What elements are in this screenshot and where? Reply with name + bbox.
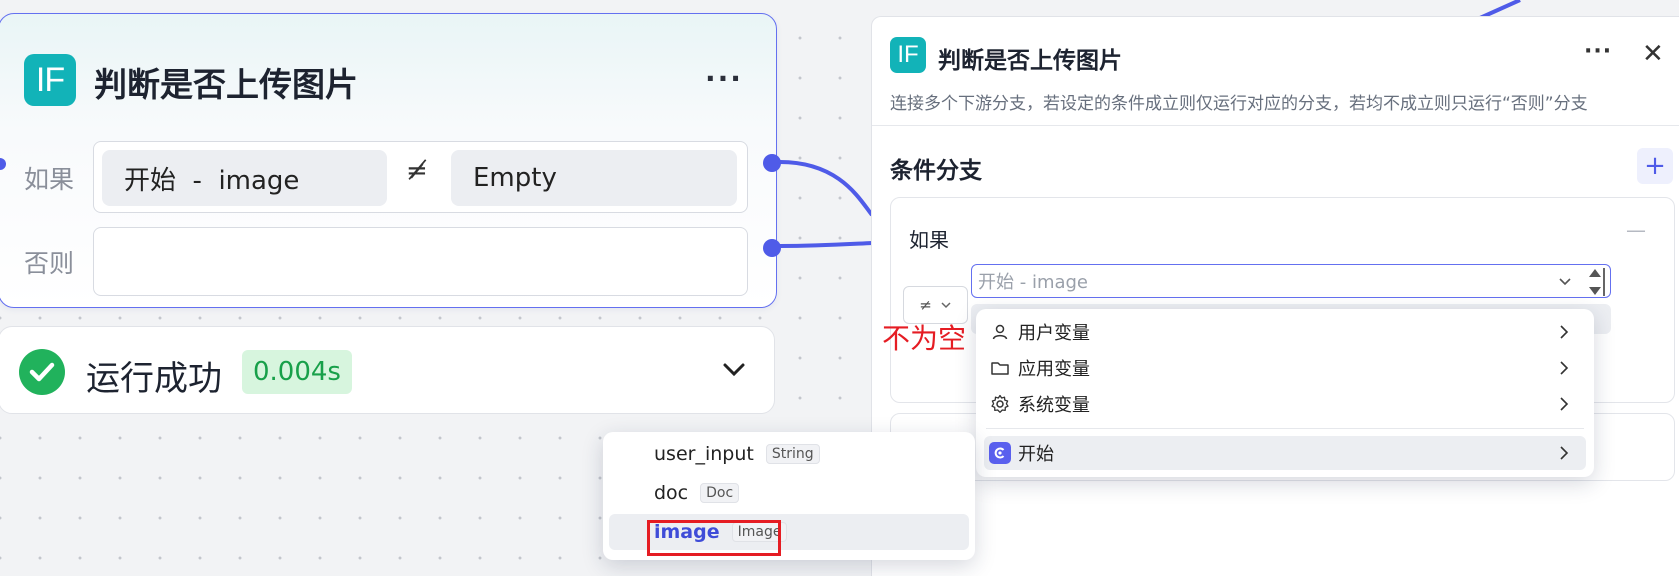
- variable-name: doc: [654, 482, 689, 504]
- else-row: [93, 227, 748, 296]
- case-if-label: 如果: [909, 228, 949, 252]
- variable-type-menu: 用户变量 应用变量 系统变量 开始: [976, 309, 1594, 477]
- user-icon: [988, 323, 1012, 341]
- start-node-icon: [988, 442, 1012, 464]
- divider: [872, 125, 1679, 126]
- if-output-port[interactable]: [763, 154, 781, 172]
- not-equal-icon: ≠: [919, 296, 932, 314]
- variable-select-value: 开始 - image: [978, 272, 1089, 293]
- panel-title[interactable]: 判断是否上传图片: [938, 41, 1122, 75]
- variable-option-user-input[interactable]: user_input String: [609, 436, 969, 472]
- if-node-icon: IF: [890, 37, 926, 73]
- gear-icon: [988, 394, 1012, 414]
- menu-item-label: 系统变量: [1018, 395, 1090, 416]
- chevron-down-icon[interactable]: [721, 357, 747, 387]
- annotation-label: 不为空: [882, 322, 967, 355]
- menu-item-user-variables[interactable]: 用户变量: [984, 315, 1586, 349]
- menu-item-label: 开始: [1018, 444, 1054, 465]
- not-equal-icon: ≠̸: [406, 156, 428, 186]
- remove-case-button[interactable]: —: [1626, 218, 1646, 242]
- start-variables-menu: user_input String doc Doc image Image: [603, 432, 975, 560]
- if-node-icon: IF: [24, 54, 76, 106]
- if-label: 如果: [24, 165, 75, 194]
- chevron-down-icon: [941, 302, 951, 309]
- chevron-right-icon: [1560, 361, 1569, 375]
- add-case-button[interactable]: +: [1637, 148, 1673, 184]
- variable-option-doc[interactable]: doc Doc: [609, 475, 969, 511]
- menu-item-system-variables[interactable]: 系统变量: [984, 387, 1586, 421]
- chevron-right-icon: [1560, 446, 1569, 460]
- success-check-icon: [19, 349, 65, 395]
- condition-row[interactable]: 开始 - image ≠̸ Empty: [93, 141, 748, 213]
- menu-item-app-variables[interactable]: 应用变量: [984, 351, 1586, 385]
- menu-item-start-node[interactable]: 开始: [984, 436, 1586, 470]
- highlight-box: [647, 520, 781, 556]
- node-config-panel: IF 判断是否上传图片 ··· ✕ 连接多个下游分支，若设定的条件成立则仅运行对…: [871, 16, 1679, 576]
- run-status-card[interactable]: 运行成功 0.004s: [0, 326, 775, 414]
- chevron-right-icon: [1560, 397, 1569, 411]
- section-title: 条件分支: [890, 158, 982, 184]
- if-else-node[interactable]: IF 判断是否上传图片 ··· 如果 开始 - image ≠̸ Empty 否…: [0, 13, 781, 308]
- right-operand[interactable]: Empty: [451, 150, 737, 206]
- node-title: 判断是否上传图片: [94, 65, 358, 104]
- variable-name: user_input: [654, 443, 754, 465]
- run-status-text: 运行成功: [86, 359, 222, 399]
- variable-select[interactable]: 开始 - image: [971, 264, 1611, 298]
- menu-item-label: 应用变量: [1018, 359, 1090, 380]
- close-icon[interactable]: ✕: [1642, 39, 1664, 69]
- variable-type-tag: Doc: [700, 483, 740, 503]
- stepper-icon[interactable]: [1585, 264, 1605, 300]
- variable-type-tag: String: [765, 444, 820, 464]
- menu-item-label: 用户变量: [1018, 323, 1090, 344]
- run-duration-badge: 0.004s: [242, 350, 352, 394]
- left-operand[interactable]: 开始 - image: [102, 150, 387, 206]
- else-label: 否则: [24, 249, 75, 278]
- chevron-right-icon: [1560, 325, 1569, 339]
- folder-icon: [988, 359, 1012, 377]
- more-icon[interactable]: ···: [1584, 39, 1612, 64]
- panel-description: 连接多个下游分支，若设定的条件成立则仅运行对应的分支，若均不成立则只运行“否则”…: [890, 94, 1588, 114]
- input-port[interactable]: [0, 158, 6, 170]
- more-icon[interactable]: ···: [705, 62, 743, 95]
- divider: [986, 428, 1584, 429]
- chevron-down-icon: [1559, 278, 1571, 286]
- else-output-port[interactable]: [763, 239, 781, 257]
